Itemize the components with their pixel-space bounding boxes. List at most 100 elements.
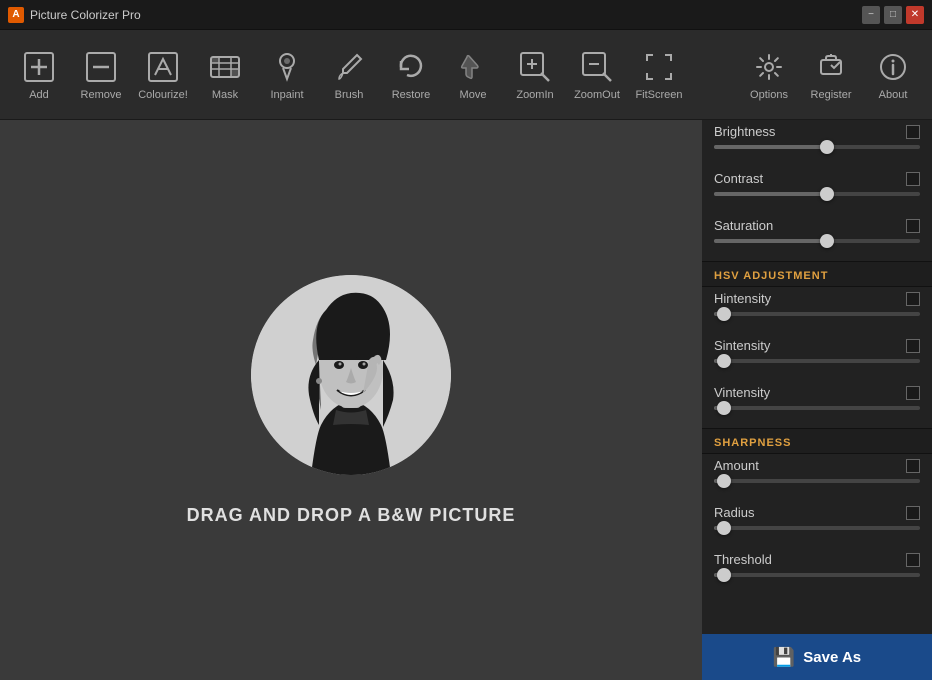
sharpness-header: SHARPNESS [702, 428, 932, 454]
minimize-button[interactable]: − [862, 6, 880, 24]
hsv-header: HSV ADJUSTMENT [702, 261, 932, 287]
colourize-icon [145, 49, 181, 85]
tool-options[interactable]: Options [740, 36, 798, 114]
tool-restore-label: Restore [392, 89, 431, 101]
tool-colourize[interactable]: Colourize! [134, 36, 192, 114]
vintensity-checkbox[interactable] [906, 386, 920, 400]
threshold-checkbox[interactable] [906, 553, 920, 567]
sintensity-checkbox[interactable] [906, 339, 920, 353]
threshold-section: Threshold [702, 548, 932, 595]
tool-zoomin[interactable]: ZoomIn [506, 36, 564, 114]
tool-brush[interactable]: Brush [320, 36, 378, 114]
add-icon [21, 49, 57, 85]
app-icon: A [8, 7, 24, 23]
radius-section: Radius [702, 501, 932, 548]
tool-mask-label: Mask [212, 89, 238, 101]
threshold-label: Threshold [714, 552, 772, 567]
hsv-label: HSV ADJUSTMENT [714, 270, 828, 282]
amount-label: Amount [714, 458, 759, 473]
saturation-label: Saturation [714, 218, 773, 233]
toolbar: Add Remove Colourize! [0, 30, 932, 120]
zoomin-icon [517, 49, 553, 85]
tool-colourize-label: Colourize! [138, 89, 188, 101]
title-bar: A Picture Colorizer Pro − □ ✕ [0, 0, 932, 30]
restore-icon [393, 49, 429, 85]
sharpness-label: SHARPNESS [714, 437, 791, 449]
hintensity-label: Hintensity [714, 291, 771, 306]
drag-drop-text: DRAG AND DROP A B&W PICTURE [187, 505, 516, 526]
tool-zoomout-label: ZoomOut [574, 89, 620, 101]
brightness-slider[interactable] [714, 145, 920, 149]
maximize-button[interactable]: □ [884, 6, 902, 24]
contrast-checkbox[interactable] [906, 172, 920, 186]
threshold-slider[interactable] [714, 573, 920, 577]
tool-register-label: Register [811, 89, 852, 101]
save-icon: 💾 [773, 647, 795, 668]
brightness-label: Brightness [714, 124, 775, 139]
tool-fitscreen[interactable]: FitScreen [630, 36, 688, 114]
tool-move-label: Move [460, 89, 487, 101]
panel-scroll[interactable]: Brightness Contrast [702, 120, 932, 634]
hintensity-slider[interactable] [714, 312, 920, 316]
tool-fitscreen-label: FitScreen [635, 89, 682, 101]
tool-zoomin-label: ZoomIn [516, 89, 553, 101]
radius-label: Radius [714, 505, 754, 520]
saturation-slider[interactable] [714, 239, 920, 243]
vintensity-slider[interactable] [714, 406, 920, 410]
zoomout-icon [579, 49, 615, 85]
move-icon [455, 49, 491, 85]
radius-checkbox[interactable] [906, 506, 920, 520]
tool-zoomout[interactable]: ZoomOut [568, 36, 626, 114]
amount-slider[interactable] [714, 479, 920, 483]
contrast-slider[interactable] [714, 192, 920, 196]
radius-slider[interactable] [714, 526, 920, 530]
contrast-label: Contrast [714, 171, 763, 186]
tool-add[interactable]: Add [10, 36, 68, 114]
sintensity-section: Sintensity [702, 334, 932, 381]
sintensity-slider[interactable] [714, 359, 920, 363]
close-button[interactable]: ✕ [906, 6, 924, 24]
save-label: Save As [803, 649, 861, 666]
sintensity-label: Sintensity [714, 338, 770, 353]
app-title: Picture Colorizer Pro [30, 8, 862, 22]
right-panel: Brightness Contrast [702, 120, 932, 680]
main-area: DRAG AND DROP A B&W PICTURE Brightness C… [0, 120, 932, 680]
brightness-checkbox[interactable] [906, 125, 920, 139]
mask-icon [207, 49, 243, 85]
tool-register[interactable]: Register [802, 36, 860, 114]
window-controls: − □ ✕ [862, 6, 924, 24]
tool-brush-label: Brush [335, 89, 364, 101]
inpaint-icon [269, 49, 305, 85]
image-container: DRAG AND DROP A B&W PICTURE [187, 275, 516, 526]
fitscreen-icon [641, 49, 677, 85]
hintensity-checkbox[interactable] [906, 292, 920, 306]
hintensity-section: Hintensity [702, 287, 932, 334]
tool-remove-label: Remove [81, 89, 122, 101]
tool-inpaint[interactable]: Inpaint [258, 36, 316, 114]
drop-zone-image [251, 275, 451, 475]
brush-icon [331, 49, 367, 85]
register-icon [813, 49, 849, 85]
tool-remove[interactable]: Remove [72, 36, 130, 114]
saturation-section: Saturation [702, 214, 932, 261]
brightness-section: Brightness [702, 120, 932, 167]
tool-add-label: Add [29, 89, 49, 101]
contrast-section: Contrast [702, 167, 932, 214]
about-icon [875, 49, 911, 85]
tool-about[interactable]: About [864, 36, 922, 114]
tool-options-label: Options [750, 89, 788, 101]
saturation-checkbox[interactable] [906, 219, 920, 233]
tool-inpaint-label: Inpaint [270, 89, 303, 101]
tool-move[interactable]: Move [444, 36, 502, 114]
options-icon [751, 49, 787, 85]
tool-about-label: About [879, 89, 908, 101]
remove-icon [83, 49, 119, 85]
tool-restore[interactable]: Restore [382, 36, 440, 114]
save-as-button[interactable]: 💾 Save As [702, 634, 932, 680]
vintensity-label: Vintensity [714, 385, 770, 400]
amount-checkbox[interactable] [906, 459, 920, 473]
canvas-area[interactable]: DRAG AND DROP A B&W PICTURE [0, 120, 702, 680]
vintensity-section: Vintensity [702, 381, 932, 428]
amount-section: Amount [702, 454, 932, 501]
tool-mask[interactable]: Mask [196, 36, 254, 114]
